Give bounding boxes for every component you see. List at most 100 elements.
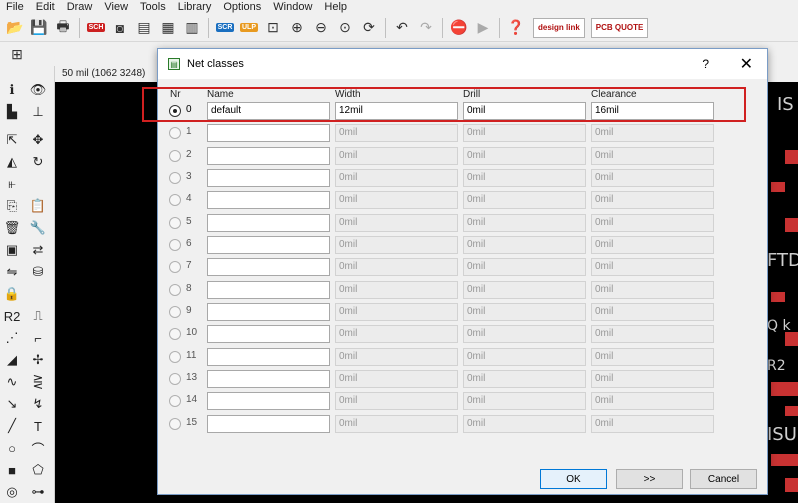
clearance-field[interactable]: 0mil [591, 168, 714, 187]
row-radio[interactable] [169, 261, 181, 274]
name-field[interactable] [207, 124, 330, 143]
clearance-field[interactable]: 0mil [591, 302, 714, 321]
info-icon[interactable]: ℹ [2, 80, 22, 100]
pcb-quote-button[interactable]: PCB QUOTE [590, 17, 649, 38]
drill-field[interactable]: 0mil [463, 124, 586, 143]
width-field[interactable]: 0mil [335, 124, 458, 143]
row-radio[interactable] [169, 328, 181, 341]
drill-field[interactable]: 0mil [463, 369, 586, 388]
board-icon[interactable]: ▦ [157, 17, 179, 39]
name-field[interactable] [207, 280, 330, 299]
menu-view[interactable]: View [98, 0, 134, 14]
drill-field[interactable]: 0mil [463, 191, 586, 210]
clearance-field[interactable]: 0mil [591, 325, 714, 344]
polygon-icon[interactable]: ⬠ [28, 460, 48, 480]
menu-window[interactable]: Window [267, 0, 318, 14]
menu-draw[interactable]: Draw [61, 0, 99, 14]
row-radio[interactable] [169, 238, 181, 251]
clearance-field[interactable]: 0mil [591, 280, 714, 299]
row-radio[interactable] [169, 283, 181, 296]
rect-icon[interactable]: ■ [2, 460, 22, 480]
undo-icon[interactable]: ↶ [391, 17, 413, 39]
move-icon[interactable]: ✥ [28, 130, 48, 150]
row-radio[interactable] [169, 305, 181, 318]
clearance-field[interactable]: 0mil [591, 392, 714, 411]
scr-red-button[interactable]: SCH [85, 17, 107, 39]
ulp-button[interactable]: ULP [238, 17, 260, 39]
ripup-icon[interactable]: ✢ [28, 350, 48, 370]
zoom-in-icon[interactable]: ⊕ [286, 17, 308, 39]
align-icon[interactable]: ⫦ [2, 174, 22, 194]
row-radio[interactable] [169, 372, 181, 385]
clearance-field[interactable]: 0mil [591, 414, 714, 433]
drill-field[interactable]: 0mil [463, 213, 586, 232]
swap-icon[interactable]: ⇋ [2, 262, 22, 282]
drill-field[interactable]: 0mil [463, 235, 586, 254]
zoom-out-icon[interactable]: ⊖ [310, 17, 332, 39]
drill-field[interactable]: 0mil [463, 146, 586, 165]
width-field[interactable]: 0mil [335, 302, 458, 321]
drill-field[interactable]: 0mil [463, 258, 586, 277]
name-field[interactable] [207, 146, 330, 165]
go-icon[interactable]: ▶ [472, 17, 494, 39]
name-icon[interactable]: ⎍ [28, 306, 48, 326]
clearance-field[interactable]: 0mil [591, 191, 714, 210]
width-field[interactable]: 0mil [335, 325, 458, 344]
width-field[interactable]: 0mil [335, 191, 458, 210]
help-button[interactable]: ? [702, 57, 709, 71]
open-folder-icon[interactable]: 📂 [4, 17, 26, 39]
library-icon[interactable]: ▥ [181, 17, 203, 39]
smash-icon[interactable]: ⛁ [28, 262, 48, 282]
clearance-field[interactable]: 0mil [591, 146, 714, 165]
add-icon[interactable]: ▣ [2, 240, 22, 260]
name-field[interactable] [207, 369, 330, 388]
width-field[interactable]: 0mil [335, 392, 458, 411]
menu-library[interactable]: Library [172, 0, 218, 14]
width-field[interactable]: 0mil [335, 168, 458, 187]
clearance-field[interactable]: 0mil [591, 124, 714, 143]
drill-field[interactable]: 0mil [463, 347, 586, 366]
name-field[interactable] [207, 168, 330, 187]
menu-help[interactable]: Help [318, 0, 353, 14]
width-field[interactable]: 0mil [335, 347, 458, 366]
paste-icon[interactable]: 📋 [28, 196, 48, 216]
autoroute-icon[interactable]: ↯ [28, 394, 48, 414]
eye-icon[interactable]: 👁 [28, 80, 48, 100]
close-icon[interactable]: ✕ [740, 54, 753, 74]
drill-field[interactable]: 0mil [463, 325, 586, 344]
clearance-field[interactable]: 0mil [591, 258, 714, 277]
mark-icon[interactable]: ⊥ [28, 102, 48, 122]
scr-button[interactable]: SCR [214, 17, 236, 39]
design-link-button[interactable]: design link [533, 17, 585, 38]
name-field[interactable] [207, 325, 330, 344]
drill-field[interactable]: 0mil [463, 280, 586, 299]
rotate-icon[interactable]: ↻ [28, 152, 48, 172]
zoom-select-icon[interactable]: ⊙ [334, 17, 356, 39]
drill-field[interactable]: 0mil [463, 414, 586, 433]
row-radio[interactable] [169, 216, 181, 229]
clearance-field[interactable]: 0mil [591, 213, 714, 232]
row-radio[interactable] [169, 127, 181, 140]
name-field[interactable] [207, 347, 330, 366]
via-icon[interactable]: ◎ [2, 482, 22, 502]
clearance-field[interactable]: 0mil [591, 369, 714, 388]
stop-icon[interactable]: ⛔ [448, 17, 470, 39]
text-icon[interactable]: T [28, 416, 48, 436]
cam-processor-icon[interactable]: ▤ [133, 17, 155, 39]
optimize-icon[interactable]: ◢ [2, 350, 22, 370]
ok-button[interactable]: OK [540, 469, 607, 489]
save-icon[interactable]: 💾 [28, 17, 50, 39]
name-field[interactable] [207, 235, 330, 254]
menu-file[interactable]: File [0, 0, 30, 14]
cancel-button[interactable]: Cancel [690, 469, 757, 489]
row-radio[interactable] [169, 171, 181, 184]
zoom-fit-icon[interactable]: ⊡ [262, 17, 284, 39]
grid-icon[interactable]: ⊞ [6, 43, 28, 65]
dialog-titlebar[interactable]: ▤ Net classes ? ✕ [158, 49, 767, 79]
name-field[interactable] [207, 258, 330, 277]
layer-icon[interactable]: ▙ [2, 102, 22, 122]
name-field[interactable] [207, 392, 330, 411]
name-field[interactable] [207, 213, 330, 232]
split-icon[interactable]: ⋰ [2, 328, 22, 348]
replace-icon[interactable]: ⇄ [28, 240, 48, 260]
